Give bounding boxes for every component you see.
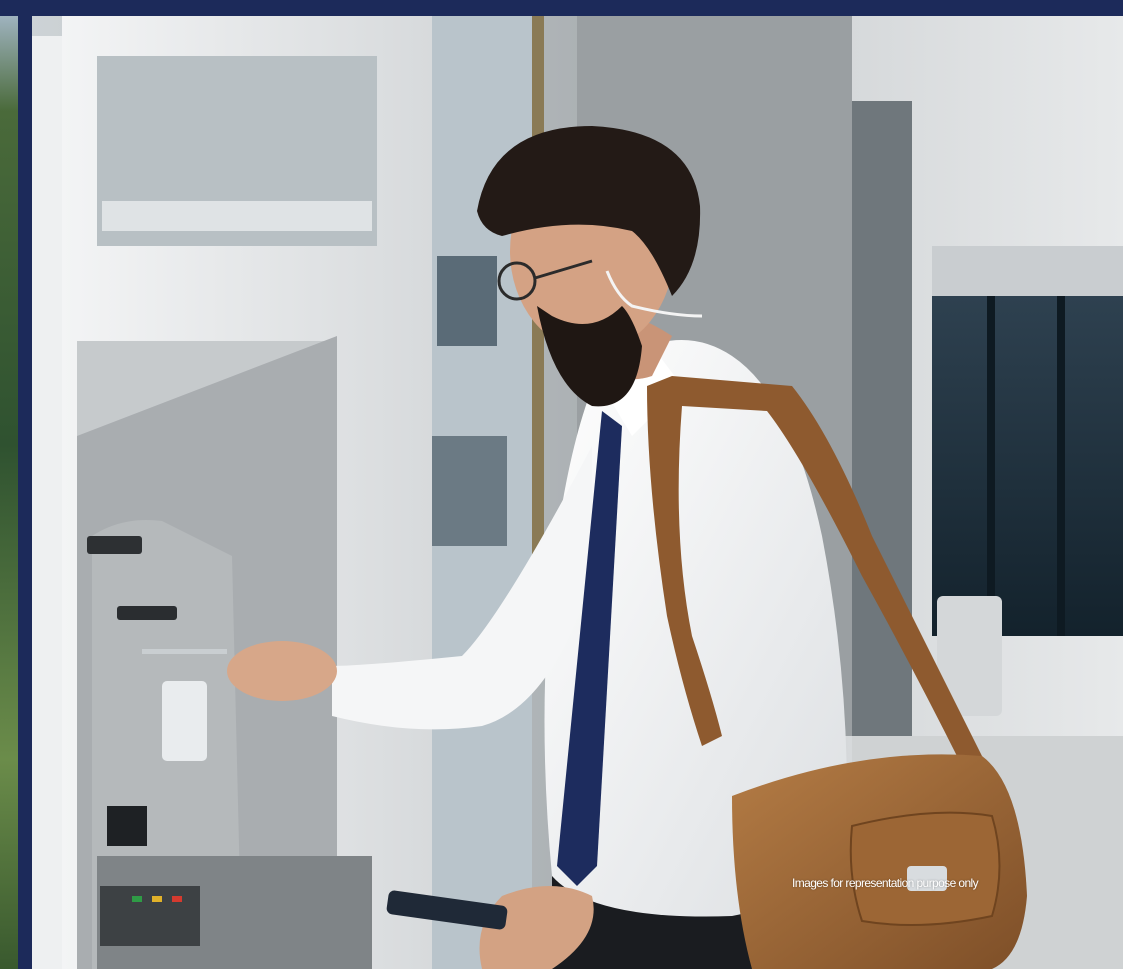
atm-machine-icon — [32, 16, 432, 969]
background-foliage-strip — [0, 16, 18, 969]
top-frame-bar — [0, 0, 1123, 16]
disclaimer-caption: Images for representation purpose only — [792, 876, 979, 890]
left-frame-bar — [18, 16, 32, 969]
photo-man-at-atm: Images for representation purpose only — [32, 16, 1123, 969]
